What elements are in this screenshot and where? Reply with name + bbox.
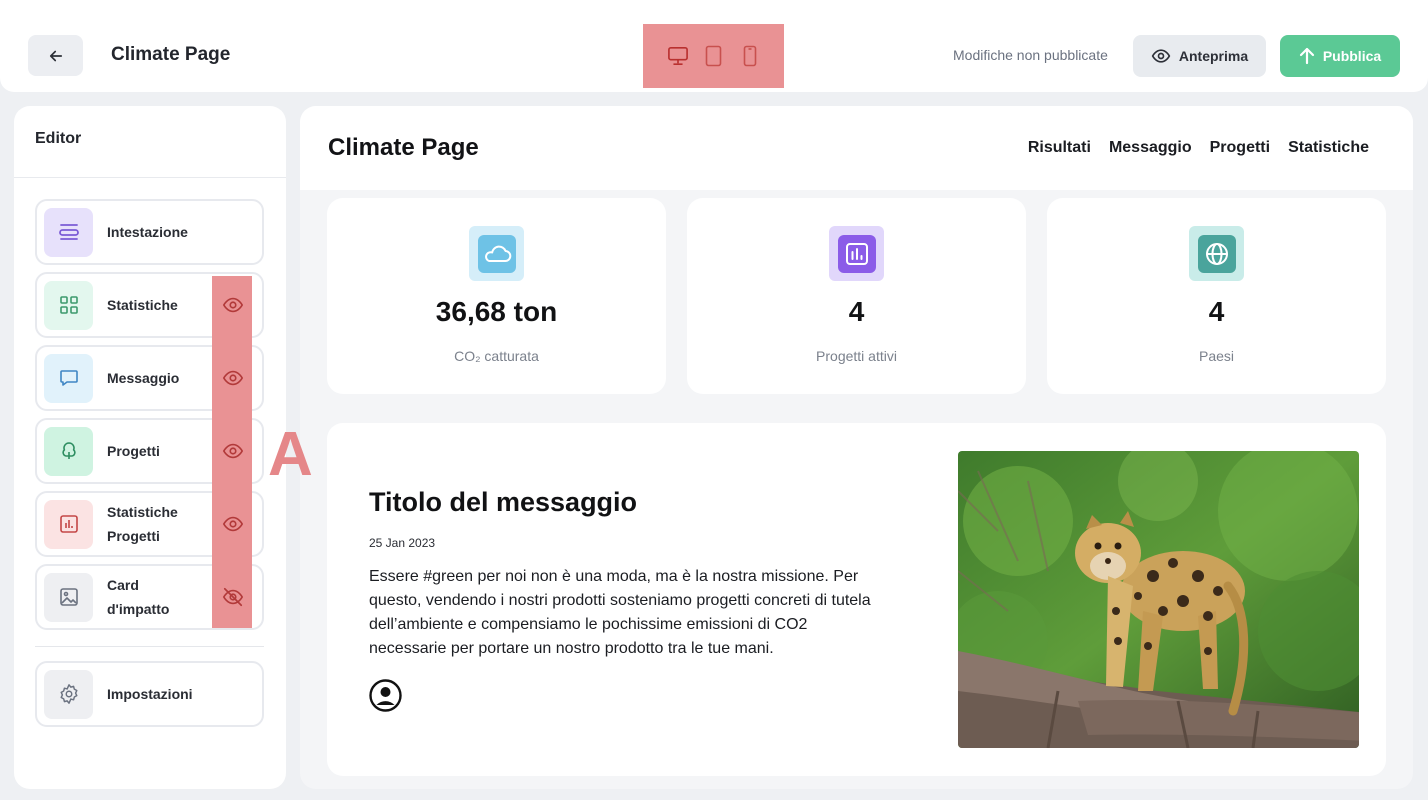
message-title: Titolo del messaggio — [369, 487, 638, 517]
nav-link-results[interactable]: Risultati — [1028, 139, 1091, 157]
user-avatar-icon — [369, 679, 402, 712]
eye-icon — [222, 516, 244, 532]
stat-value: 4 — [1208, 296, 1225, 327]
stat-label: Progetti attivi — [816, 348, 897, 364]
message-date: 25 Jan 2023 — [369, 536, 436, 550]
tablet-view-button[interactable] — [703, 43, 725, 69]
stat-value: 36,68 ton — [435, 296, 558, 327]
mobile-icon — [743, 45, 756, 67]
publish-button[interactable]: Pubblica — [1280, 35, 1400, 77]
nav-link-projects[interactable]: Progetti — [1210, 139, 1270, 157]
desktop-view-button[interactable] — [667, 43, 689, 69]
visibility-toggle[interactable] — [220, 292, 246, 318]
page-preview: Climate Page Risultati Messaggio Progett… — [300, 106, 1413, 789]
unpublished-status: Modifiche non pubblicate — [953, 47, 1108, 63]
visibility-toggle[interactable] — [220, 438, 246, 464]
preview-label: Anteprima — [1178, 48, 1249, 64]
desktop-icon — [667, 47, 688, 65]
editor-sidebar: Editor Intestazione Statistiche Messaggi… — [14, 106, 286, 789]
mobile-view-button[interactable] — [739, 43, 761, 69]
eye-icon — [222, 297, 244, 313]
section-label: Card d'impatto — [107, 577, 170, 617]
top-bar: Climate Page Modifiche non pubblicate An… — [0, 0, 1428, 92]
section-label: Statistiche — [107, 297, 178, 313]
section-label: Progetti — [107, 443, 160, 459]
annotation-label-a: A — [268, 420, 313, 489]
jaguar-photo — [958, 451, 1359, 748]
eye-off-icon — [222, 587, 244, 607]
stat-label: Paesi — [1198, 348, 1235, 364]
preview-button[interactable]: Anteprima — [1133, 35, 1266, 77]
arrow-left-icon — [49, 50, 62, 61]
message-body: Essere #green per noi non è una moda, ma… — [369, 568, 871, 657]
stat-label: CO₂ catturata — [454, 348, 539, 364]
nav-link-message[interactable]: Messaggio — [1109, 139, 1192, 157]
stat-card-active-projects: 4 Progetti attivi — [687, 198, 1026, 394]
tree-icon — [44, 426, 93, 476]
image-icon — [44, 572, 93, 622]
page-title: Climate Page — [111, 44, 231, 65]
preview-header: Climate Page Risultati Messaggio Progett… — [300, 106, 1413, 190]
eye-icon — [1151, 49, 1171, 63]
stats-chart-icon — [44, 499, 93, 549]
stat-card-co2: 36,68 ton CO₂ catturata — [327, 198, 666, 394]
message-card: Titolo del messaggio 25 Jan 2023 Essere … — [327, 423, 1386, 776]
section-label: Intestazione — [107, 224, 188, 240]
stat-card-countries: 4 Paesi — [1047, 198, 1386, 394]
preview-nav: Risultati Messaggio Progetti Statistiche — [1028, 139, 1369, 157]
section-item-settings[interactable]: Impostazioni — [35, 661, 264, 727]
section-label: Messaggio — [107, 370, 180, 386]
sidebar-divider — [35, 646, 264, 647]
grid-icon — [44, 280, 93, 330]
preview-title: Climate Page — [328, 134, 479, 161]
header-icon — [44, 207, 93, 257]
visibility-toggle[interactable] — [220, 511, 246, 537]
sidebar-title: Editor — [14, 106, 286, 178]
section-label: Statistiche Progetti — [107, 504, 178, 544]
chat-bubble-icon — [44, 353, 93, 403]
cloud-icon — [469, 226, 524, 281]
section-item-header[interactable]: Intestazione — [35, 199, 264, 265]
stat-value: 4 — [848, 296, 865, 327]
visibility-toggle[interactable] — [220, 365, 246, 391]
globe-icon — [1189, 226, 1244, 281]
publish-label: Pubblica — [1322, 48, 1382, 64]
nav-link-statistics[interactable]: Statistiche — [1288, 139, 1369, 157]
eye-icon — [222, 370, 244, 386]
chart-icon — [829, 226, 884, 281]
arrow-up-icon — [1299, 47, 1314, 65]
back-button[interactable] — [28, 35, 83, 76]
section-label: Impostazioni — [107, 686, 193, 702]
visibility-toggle[interactable] — [220, 584, 246, 610]
tablet-icon — [705, 45, 722, 67]
device-switcher — [643, 24, 784, 88]
eye-icon — [222, 443, 244, 459]
gear-icon — [44, 669, 93, 719]
